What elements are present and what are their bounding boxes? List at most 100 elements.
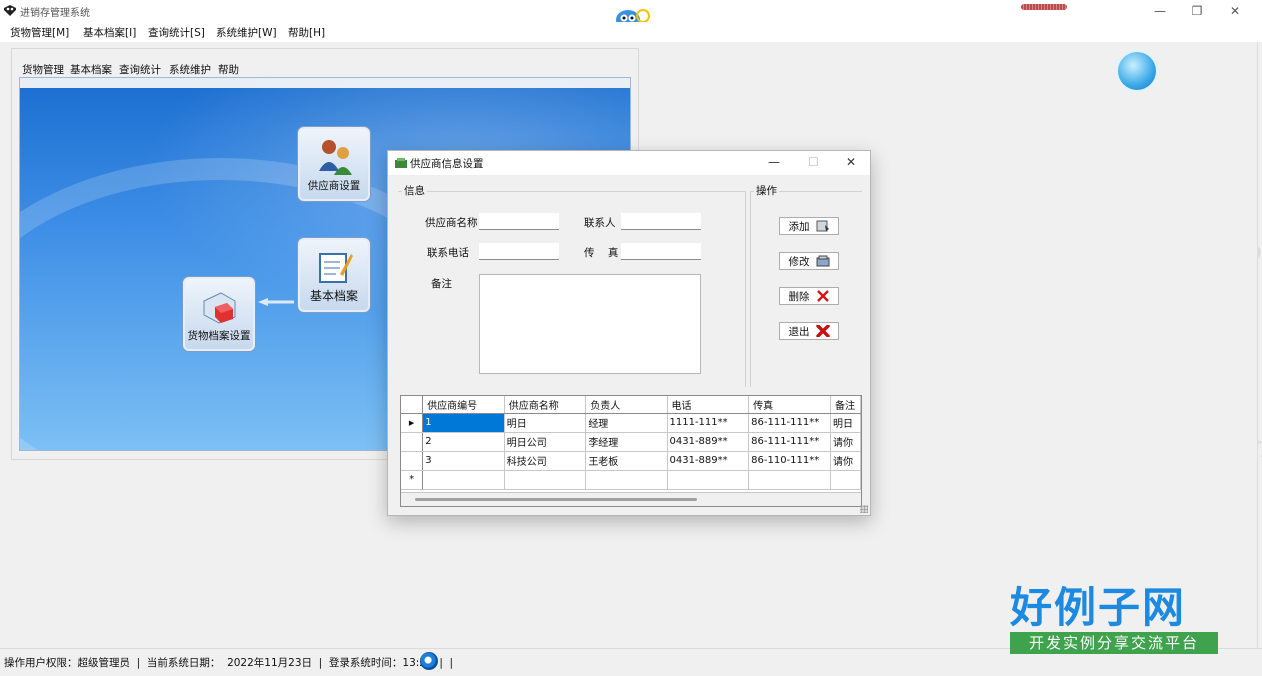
row-header-corner xyxy=(401,396,424,414)
row-header[interactable] xyxy=(401,432,424,452)
column-header[interactable]: 负责人 xyxy=(585,396,668,414)
child-menu-basic[interactable]: 基本档案 xyxy=(70,62,112,77)
dialog-minimize-button[interactable]: — xyxy=(768,155,780,169)
table-cell[interactable] xyxy=(830,470,861,490)
contact-label: 联系人 xyxy=(584,217,616,229)
column-header[interactable]: 备注 xyxy=(830,396,861,414)
maximize-button[interactable]: ❐ xyxy=(1180,2,1214,20)
table-cell[interactable]: 科技公司 xyxy=(504,451,587,471)
menu-help[interactable]: 帮助[H] xyxy=(288,25,325,40)
remark-label: 备注 xyxy=(431,278,452,290)
menu-system[interactable]: 系统维护[W] xyxy=(216,25,277,40)
table-cell[interactable]: 明日 xyxy=(830,413,861,433)
child-menu-help[interactable]: 帮助 xyxy=(218,62,239,77)
contact-input[interactable] xyxy=(621,213,701,230)
minimize-button[interactable]: — xyxy=(1143,2,1177,20)
table-row[interactable]: 2 明日公司 李经理 0431-889** 86-111-111** 请你 xyxy=(401,432,861,452)
delete-button[interactable]: 删除 xyxy=(779,287,839,305)
dialog-titlebar[interactable]: 供应商信息设置 — ☐ ✕ xyxy=(388,151,870,175)
child-menu-goods[interactable]: 货物管理 xyxy=(22,62,64,77)
supplier-table: 供应商编号 供应商名称 负责人 电话 传真 备注 ▶ 1 明日 经理 1111-… xyxy=(401,396,861,490)
fax-label: 传 真 xyxy=(584,247,619,259)
add-record-icon xyxy=(816,220,829,232)
basic-tile-label: 基本档案 xyxy=(309,289,358,303)
grid-header-row: 供应商编号 供应商名称 负责人 电话 传真 备注 xyxy=(401,396,861,414)
menu-goods[interactable]: 货物管理[M] xyxy=(10,25,69,40)
dialog-maximize-button[interactable]: ☐ xyxy=(808,155,819,169)
menu-basic-archive[interactable]: 基本档案[I] xyxy=(83,25,136,40)
operations-group-label: 操作 xyxy=(754,183,779,198)
status-text: 操作用户权限：超级管理员 | 当前系统日期： 2022年11月23日 | 登录系… xyxy=(4,657,454,669)
fax-input[interactable] xyxy=(621,243,701,260)
column-header[interactable]: 供应商名称 xyxy=(504,396,587,414)
table-cell[interactable]: 86-111-111** xyxy=(748,413,831,433)
menu-query-stats[interactable]: 查询统计[S] xyxy=(148,25,205,40)
delete-button-label: 删除 xyxy=(788,290,810,303)
edit-record-icon xyxy=(816,255,829,267)
brand-watermark: 好例子网 开发实例分享交流平台 xyxy=(1010,584,1218,654)
window-title: 进销存管理系统 xyxy=(20,8,90,19)
child-menu-query[interactable]: 查询统计 xyxy=(119,62,161,77)
supplier-datagrid[interactable]: 供应商编号 供应商名称 负责人 电话 传真 备注 ▶ 1 明日 经理 1111-… xyxy=(400,395,862,507)
row-header[interactable] xyxy=(401,451,424,471)
table-cell[interactable]: 明日 xyxy=(504,413,587,433)
new-row[interactable]: * xyxy=(401,470,861,490)
table-cell[interactable]: 1111-111** xyxy=(667,413,750,433)
title-indicator xyxy=(1021,4,1067,10)
app-icon xyxy=(4,5,16,16)
table-cell[interactable] xyxy=(585,470,668,490)
table-row[interactable]: 3 科技公司 王老板 0431-889** 86-110-111** 请你 xyxy=(401,451,861,471)
brand-slogan: 开发实例分享交流平台 xyxy=(1010,632,1218,654)
table-row[interactable]: ▶ 1 明日 经理 1111-111** 86-111-111** 明日 xyxy=(401,413,861,433)
table-cell[interactable] xyxy=(667,470,750,490)
table-cell[interactable]: 王老板 xyxy=(585,451,668,471)
phone-label: 联系电话 xyxy=(427,247,469,259)
table-cell[interactable]: 经理 xyxy=(585,413,668,433)
exit-button-label: 退出 xyxy=(788,325,810,338)
phone-input[interactable] xyxy=(479,243,559,260)
supplier-name-input[interactable] xyxy=(479,213,559,230)
exit-button[interactable]: 退出 xyxy=(779,322,839,340)
close-button[interactable]: ✕ xyxy=(1218,2,1252,20)
table-cell[interactable]: 86-111-111** xyxy=(748,432,831,452)
main-menubar: 货物管理[M] 基本档案[I] 查询统计[S] 系统维护[W] 帮助[H] xyxy=(0,22,1262,42)
table-cell[interactable]: 1 xyxy=(422,413,505,433)
table-cell[interactable]: 2 xyxy=(422,432,505,452)
grid-horizontal-scrollbar[interactable] xyxy=(401,492,861,506)
resize-grip[interactable] xyxy=(860,505,868,513)
remark-textarea[interactable] xyxy=(479,274,701,374)
table-cell[interactable]: 请你 xyxy=(830,432,861,452)
table-cell[interactable]: 请你 xyxy=(830,451,861,471)
notepad-pencil-icon xyxy=(319,253,353,283)
dialog-close-button[interactable]: ✕ xyxy=(846,155,856,169)
brand-title: 好例子网 xyxy=(1010,583,1187,632)
table-cell[interactable]: 李经理 xyxy=(585,432,668,452)
table-cell[interactable]: 0431-889** xyxy=(667,451,750,471)
goods-archive-tile[interactable]: 货物档案设置 xyxy=(183,277,255,351)
column-header[interactable]: 供应商编号 xyxy=(422,396,505,414)
table-cell[interactable] xyxy=(504,470,587,490)
table-cell[interactable]: 明日公司 xyxy=(504,432,587,452)
scrollbar-thumb[interactable] xyxy=(415,498,697,501)
table-cell[interactable]: 86-110-111** xyxy=(748,451,831,471)
ie-browser-icon[interactable] xyxy=(420,652,438,670)
goods-tile-label: 货物档案设置 xyxy=(187,330,251,342)
box-folder-icon xyxy=(203,292,236,324)
basic-archive-tile[interactable]: 基本档案 xyxy=(298,238,370,312)
column-header[interactable]: 传真 xyxy=(748,396,831,414)
add-button-label: 添加 xyxy=(788,220,810,233)
delete-x-icon xyxy=(816,290,829,302)
supplier-settings-tile[interactable]: 供应商设置 xyxy=(298,127,370,201)
edit-button[interactable]: 修改 xyxy=(779,252,839,270)
flow-arrow-icon xyxy=(258,298,294,306)
exit-icon xyxy=(815,325,830,337)
window-titlebar[interactable]: 进销存管理系统 — ❐ ✕ xyxy=(0,0,1262,30)
column-header[interactable]: 电话 xyxy=(667,396,750,414)
table-cell[interactable] xyxy=(748,470,831,490)
child-menu-system[interactable]: 系统维护 xyxy=(169,62,211,77)
add-button[interactable]: 添加 xyxy=(779,217,839,235)
table-cell[interactable] xyxy=(422,470,505,490)
table-cell[interactable]: 0431-889** xyxy=(667,432,750,452)
supplier-info-dialog: 供应商信息设置 — ☐ ✕ 信息 供应商名称 联系人 联系电话 传 真 备注 操… xyxy=(387,150,871,516)
table-cell[interactable]: 3 xyxy=(422,451,505,471)
